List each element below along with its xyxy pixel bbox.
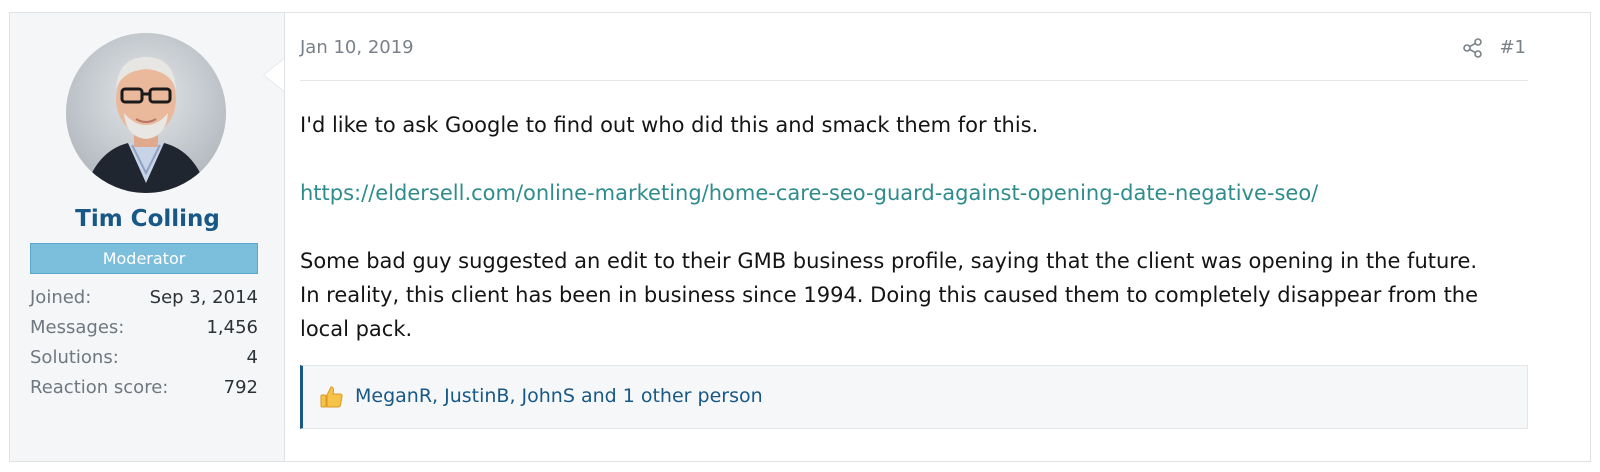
stat-reaction-score: Reaction score: 792 (30, 373, 258, 403)
stat-messages: Messages: 1,456 (30, 313, 258, 343)
post-link[interactable]: https://eldersell.com/online-marketing/h… (300, 181, 1318, 205)
post-body: I'd like to ask Google to find out who d… (300, 108, 1528, 346)
reactions-bar: MeganR, JustinB, JohnS and 1 other perso… (300, 365, 1528, 429)
post-date[interactable]: Jan 10, 2019 (300, 37, 414, 58)
reaction-users-link[interactable]: MeganR, JustinB, JohnS and 1 other perso… (355, 385, 763, 407)
post-header: Jan 10, 2019 #1 (300, 13, 1528, 81)
share-icon[interactable] (1462, 37, 1484, 59)
user-info-panel: Tim Colling Moderator Joined: Sep 3, 201… (10, 13, 285, 461)
forum-post: Tim Colling Moderator Joined: Sep 3, 201… (9, 12, 1591, 462)
stat-label: Solutions: (30, 347, 119, 368)
avatar-photo (66, 33, 226, 193)
user-stats: Joined: Sep 3, 2014 Messages: 1,456 Solu… (30, 283, 258, 403)
stat-value: Sep 3, 2014 (149, 287, 258, 308)
username[interactable]: Tim Colling (10, 206, 285, 232)
stat-value: 792 (223, 377, 258, 398)
stat-value[interactable]: 1,456 (206, 313, 258, 343)
stat-label: Messages: (30, 317, 125, 338)
avatar[interactable] (66, 33, 226, 193)
post-paragraph: I'd like to ask Google to find out who d… (300, 113, 1039, 137)
post-number-link[interactable]: #1 (1499, 37, 1526, 58)
stat-label: Reaction score: (30, 377, 169, 398)
thumbs-up-icon (319, 384, 345, 410)
post-paragraph-line: local pack. (300, 317, 413, 341)
post-paragraph-line: In reality, this client has been in busi… (300, 283, 1479, 307)
stat-solutions: Solutions: 4 (30, 343, 258, 373)
post-paragraph-line: Some bad guy suggested an edit to their … (300, 249, 1478, 273)
stat-value: 4 (246, 347, 258, 368)
speech-arrow (264, 59, 284, 91)
stat-label: Joined: (30, 287, 92, 308)
role-badge: Moderator (30, 243, 258, 274)
post-main: Jan 10, 2019 #1 I'd like to ask Google t… (300, 13, 1528, 461)
stat-joined: Joined: Sep 3, 2014 (30, 283, 258, 313)
